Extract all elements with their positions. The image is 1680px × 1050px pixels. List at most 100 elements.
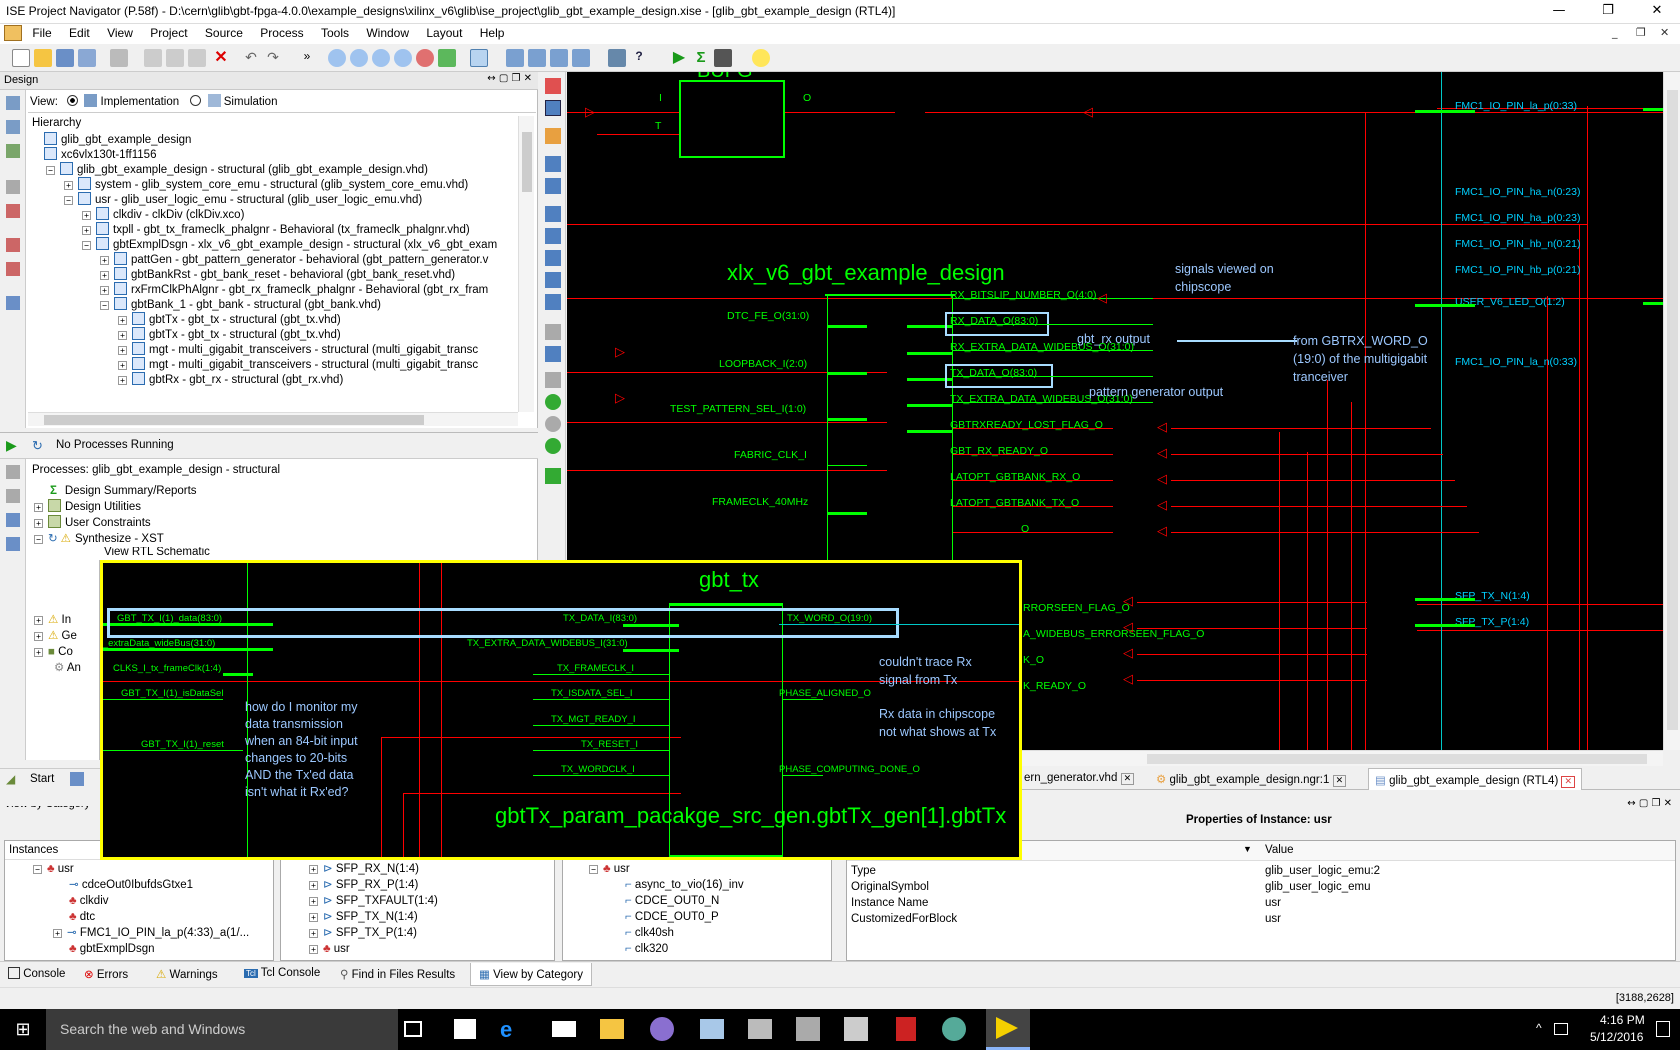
side-tool-icon[interactable]	[6, 204, 20, 218]
clock-time[interactable]: 4:16 PM	[1600, 1013, 1645, 1027]
zoom-fit-icon[interactable]	[372, 49, 390, 67]
menu-view[interactable]: View	[100, 24, 140, 42]
net-item[interactable]: ⌐ clk40sh	[589, 925, 744, 941]
battery-icon[interactable]	[1554, 1023, 1568, 1035]
minimize-button[interactable]: —	[1536, 0, 1582, 24]
expand-icon[interactable]: +	[118, 346, 127, 355]
tree-item[interactable]: + pattGen - gbt_pattern_generator - behav…	[100, 252, 488, 268]
run-process-icon[interactable]: ▶	[6, 437, 17, 454]
in-pin[interactable]: TX_RESET_I	[581, 739, 638, 750]
mail-icon[interactable]	[552, 1021, 576, 1037]
app-icon[interactable]	[650, 1017, 674, 1041]
left-signal[interactable]: GBT_TX_I(1)_isDataSel	[121, 688, 223, 699]
telescope-icon[interactable]	[714, 49, 732, 67]
pdf-icon[interactable]	[896, 1017, 916, 1041]
design-tab-icon[interactable]	[70, 772, 84, 786]
in-pin[interactable]: TX_MGT_READY_I	[551, 714, 635, 725]
save-all-icon[interactable]	[78, 49, 96, 67]
expand-icon[interactable]: +	[82, 226, 91, 235]
property-row[interactable]: OriginalSymbol glib_user_logic_emu	[851, 879, 1671, 895]
side-tool-icon[interactable]	[6, 96, 20, 110]
tab-view-by-category[interactable]: ▦ View by Category	[470, 963, 592, 986]
tree-item[interactable]: + gbtBankRst - gbt_bank_reset - behaviora…	[100, 267, 455, 283]
net-item[interactable]: − ♣ usr	[589, 861, 744, 877]
zoom-area-icon[interactable]	[394, 49, 412, 67]
store-icon[interactable]	[454, 1019, 476, 1039]
menu-tools[interactable]: Tools	[314, 24, 356, 42]
mdi-restore-icon[interactable]: ❐	[1636, 26, 1646, 39]
expand-icon[interactable]: +	[118, 316, 127, 325]
expand-icon[interactable]: +	[34, 519, 43, 528]
right-port[interactable]: GBT_RX_READY_O	[950, 445, 1048, 457]
rerun-icon[interactable]: ↻	[32, 438, 43, 454]
tab-ngr[interactable]: ⚙ glib_gbt_example_design.ngr:1 ✕	[1156, 772, 1347, 787]
expand-icon[interactable]: +	[100, 256, 109, 265]
left-port[interactable]: TEST_PATTERN_SEL_I(1:0)	[670, 403, 806, 415]
expand-icon[interactable]: −	[64, 196, 73, 205]
explorer-icon[interactable]	[600, 1019, 624, 1039]
instance-item[interactable]: ♣ clkdiv	[33, 893, 249, 909]
copy-icon[interactable]	[166, 49, 184, 67]
tree-item[interactable]: + gbtTx - gbt_tx - structural (gbt_tx.vhd…	[118, 312, 341, 328]
side-tool-icon[interactable]	[6, 513, 20, 527]
search-box[interactable]: Search the web and Windows	[46, 1009, 398, 1050]
left-signal[interactable]: I)_extraData_wideBus(31:0)	[103, 638, 215, 649]
pop-icon[interactable]	[545, 272, 561, 288]
tab-warnings[interactable]: ⚠ Warnings	[156, 967, 218, 981]
process-item[interactable]: − ↻ ⚠ Synthesize - XST	[34, 531, 534, 547]
side-tool-icon[interactable]	[6, 537, 20, 551]
clock-date[interactable]: 5/12/2016	[1590, 1030, 1643, 1044]
forward-icon[interactable]	[545, 156, 561, 172]
zoom-out-icon[interactable]	[350, 49, 368, 67]
tree-item[interactable]: + mgt - multi_gigabit_transceivers - stru…	[118, 342, 478, 358]
close-tab-icon[interactable]: ✕	[1332, 775, 1347, 787]
far-right-port[interactable]: FMC1_IO_PIN_ha_p(0:23)	[1455, 212, 1580, 224]
tab-pattern-generator[interactable]: ern_generator.vhd ✕	[1024, 772, 1135, 785]
tree-item[interactable]: xc6vlx130t-1ff1156	[28, 147, 156, 163]
redo-icon[interactable]: ↷	[264, 49, 282, 67]
tile-vertical-icon[interactable]	[550, 49, 568, 67]
expand-icon[interactable]: −	[46, 166, 55, 175]
side-tool-icon[interactable]	[6, 144, 20, 158]
expand-icon[interactable]: −	[100, 301, 109, 310]
tree-item[interactable]: + rxFrmClkPhAlgnr - gbt_rx_frameclk_phalg…	[100, 282, 488, 298]
maximize-button[interactable]: ❐	[1585, 0, 1631, 24]
menu-layout[interactable]: Layout	[419, 24, 469, 42]
process-item[interactable]: + Design Utilities	[34, 499, 534, 515]
right-port[interactable]: K_O	[1023, 654, 1044, 666]
out-pin[interactable]: PHASE_ALIGNED_O	[779, 688, 871, 699]
net-item[interactable]: ⌐ clk320	[589, 941, 744, 957]
panel-controls-icon[interactable]: ↔ ▢ ❐ ✕	[487, 73, 532, 84]
app-icon[interactable]	[844, 1017, 868, 1041]
notifications-icon[interactable]	[1656, 1021, 1670, 1037]
help-icon[interactable]: ?	[630, 49, 648, 67]
expand-icon[interactable]: +	[118, 376, 127, 385]
tab-errors[interactable]: ⊗ Errors	[84, 967, 128, 981]
pin-item[interactable]: + ⊳ SFP_RX_N(1:4)	[309, 861, 438, 877]
right-port[interactable]: RX_BITSLIP_NUMBER_O(4:0)	[950, 289, 1096, 301]
instance-item[interactable]: ♣ dtc	[33, 909, 249, 925]
net-item[interactable]: ⌐ CDCE_OUT0_N	[589, 893, 744, 909]
tree-item[interactable]: + clkdiv - clkDiv (clkDiv.xco)	[82, 207, 244, 223]
right-port[interactable]: LATOPT_GBTBANK_RX_O	[950, 471, 1080, 483]
far-right-port[interactable]: FMC1_IO_PIN_ha_n(0:23)	[1455, 186, 1580, 198]
delete-icon[interactable]: ✕	[212, 49, 230, 67]
tree-item[interactable]: glib_gbt_example_design	[28, 132, 191, 148]
expand-icon[interactable]: +	[82, 211, 91, 220]
close-tab-icon[interactable]: ✕	[1561, 776, 1576, 788]
menu-help[interactable]: Help	[473, 24, 512, 42]
text-icon[interactable]	[545, 346, 561, 362]
more-icon[interactable]: »	[298, 49, 316, 67]
in-pin[interactable]: TX_WORDCLK_I	[561, 764, 635, 775]
go-back-icon[interactable]	[545, 394, 561, 410]
window-icon[interactable]	[572, 49, 590, 67]
tab-rtl4[interactable]: ▤ glib_gbt_example_design (RTL4) ✕	[1368, 768, 1583, 790]
property-row[interactable]: Type glib_user_logic_emu:2	[851, 863, 1671, 879]
refresh-icon[interactable]	[438, 49, 456, 67]
expand-icon[interactable]: +	[100, 286, 109, 295]
in-pin[interactable]: TX_EXTRA_DATA_WIDEBUS_I(31:0)	[467, 638, 628, 649]
tab-find-in-files[interactable]: ⚲ Find in Files Results	[340, 967, 455, 981]
side-tool-icon[interactable]	[6, 296, 20, 310]
edge-icon[interactable]: e	[500, 1017, 512, 1043]
close-tab-icon[interactable]: ✕	[1120, 773, 1135, 785]
